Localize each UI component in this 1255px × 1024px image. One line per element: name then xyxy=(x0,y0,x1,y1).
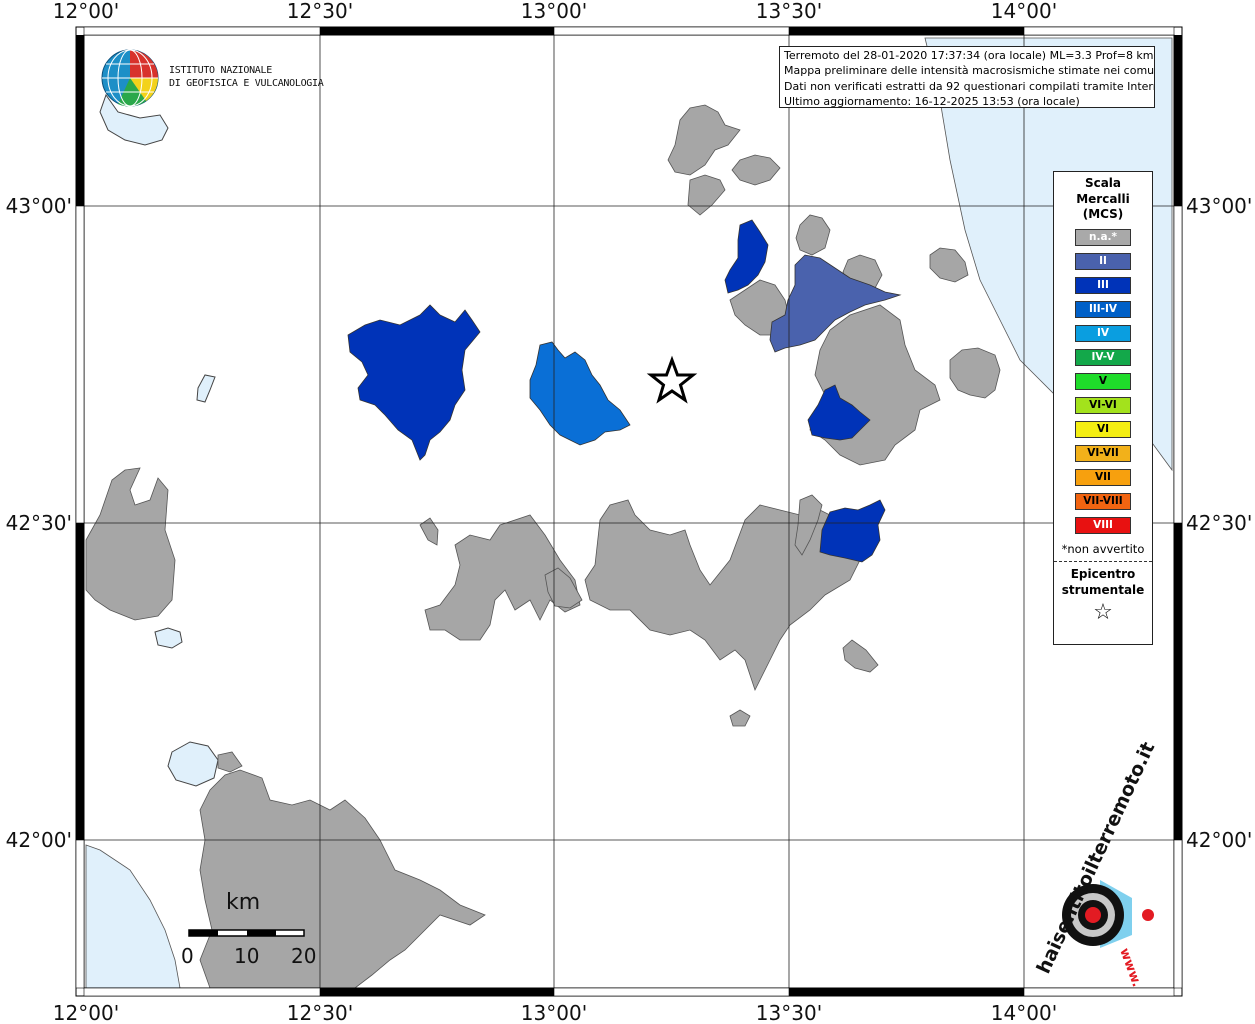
legend-item-vii: VII xyxy=(1075,468,1131,486)
legend-item-vi-vi: VI-VI xyxy=(1075,396,1131,414)
lon-label-top-3: 13°30' xyxy=(756,0,822,23)
legend-title-line: Mercalli xyxy=(1076,191,1130,206)
region-small-1 xyxy=(419,517,439,546)
legend-item-ii: II xyxy=(1075,252,1131,270)
lon-label-top-4: 14°00' xyxy=(991,0,1057,23)
haisentito-logo-icon: haisentitoilterremoto.it www. xyxy=(1033,739,1160,989)
legend-separator xyxy=(1054,560,1152,562)
epicenter-star-icon xyxy=(646,355,698,404)
ingv-logo-icon xyxy=(101,49,159,107)
lat-label-right-1: 42°30' xyxy=(1186,511,1252,535)
lat-label-left-1: 42°30' xyxy=(6,511,72,535)
sea-southwest xyxy=(85,844,181,989)
region-small-4 xyxy=(729,709,751,727)
legend-epicenter-line: strumentale xyxy=(1061,582,1145,597)
scale-tick-20: 20 xyxy=(291,944,317,968)
mcs-legend: Scala Mercalli (MCS) n.a.* II III III-IV IV I… xyxy=(1053,171,1153,645)
lat-label-left-2: 42°00' xyxy=(6,828,72,852)
region-northeast xyxy=(809,304,941,466)
ingv-line-1: ISTITUTO NAZIONALE xyxy=(169,65,272,76)
lon-label-top-0: 12°00' xyxy=(53,0,119,23)
region-north-2 xyxy=(731,154,781,186)
municipality-iii-south xyxy=(819,499,886,563)
legend-item-viii: VIII xyxy=(1075,516,1131,534)
lon-label-top-2: 13°00' xyxy=(521,0,587,23)
scale-unit-label: km xyxy=(226,890,261,915)
legend-epicenter-label: Epicentro strumentale xyxy=(1054,566,1152,598)
region-coast-1 xyxy=(949,347,1001,399)
lon-label-bottom-2: 13°00' xyxy=(521,1001,587,1024)
region-north-1 xyxy=(667,104,741,176)
legend-epicenter-line: Epicentro xyxy=(1070,566,1136,581)
municipality-intensity-IV xyxy=(529,341,631,446)
legend-title-line: Scala xyxy=(1084,176,1122,190)
lon-label-bottom-4: 14°00' xyxy=(991,1001,1057,1024)
region-small-south xyxy=(217,751,243,773)
region-mid-2 xyxy=(795,214,831,256)
municipality-iii-west xyxy=(347,304,481,461)
legend-item-v: V xyxy=(1075,372,1131,390)
region-small-3 xyxy=(842,639,879,673)
info-line-map: Mappa preliminare delle intensità macros… xyxy=(784,64,1155,78)
legend-item-iv-v: IV-V xyxy=(1075,348,1131,366)
ingv-line-2: DI GEOFISICA E VULCANOLOGIA xyxy=(169,78,324,89)
region-central-2 xyxy=(584,499,861,692)
region-umbria-west xyxy=(85,467,176,621)
lake-small-1 xyxy=(196,374,216,403)
legend-items: n.a.* II III III-IV IV IV-V V VI-VI VI VI-VII VII V… xyxy=(1054,228,1152,534)
legend-item-vi-vii: VI-VII xyxy=(1075,444,1131,462)
haisentito-logo-prefix: www. xyxy=(1116,946,1144,989)
legend-item-iv: IV xyxy=(1075,324,1131,342)
lake-bolsena xyxy=(167,741,219,787)
legend-item-vi: VI xyxy=(1075,420,1131,438)
scale-tick-10: 10 xyxy=(234,944,260,968)
lat-label-right-2: 42°00' xyxy=(1186,828,1252,852)
region-mid-4 xyxy=(929,247,969,283)
scale-tick-0: 0 xyxy=(181,944,194,968)
ingv-institute-name: ISTITUTO NAZIONALE DI GEOFISICA E VULCAN… xyxy=(169,64,324,90)
lon-label-bottom-0: 12°00' xyxy=(53,1001,119,1024)
lon-label-top-1: 12°30' xyxy=(287,0,353,23)
legend-title: Scala Mercalli (MCS) xyxy=(1054,176,1152,223)
lon-label-bottom-1: 12°30' xyxy=(287,1001,353,1024)
info-line-data: Dati non verificati estratti da 92 quest… xyxy=(784,79,1155,93)
legend-item-vii-viii: VII-VIII xyxy=(1075,492,1131,510)
lake-small-2 xyxy=(154,627,183,649)
lat-label-right-0: 43°00' xyxy=(1186,194,1252,218)
event-info-box: Terremoto del 28-01-2020 17:37:34 (ora l… xyxy=(779,46,1155,108)
legend-note: *non avvertito xyxy=(1061,541,1145,556)
lon-label-bottom-3: 13°30' xyxy=(756,1001,822,1024)
legend-item-iii: III xyxy=(1075,276,1131,294)
legend-item-iii-iv: III-IV xyxy=(1075,300,1131,318)
info-line-update: Ultimo aggiornamento: 16-12-2025 13:53 (… xyxy=(784,94,1080,108)
scale-bar xyxy=(188,929,305,937)
legend-title-line: (MCS) xyxy=(1082,207,1124,221)
lat-label-left-0: 43°00' xyxy=(6,194,72,218)
legend-epicenter-star-icon: ☆ xyxy=(1093,599,1113,625)
region-north-3 xyxy=(687,174,726,216)
legend-item-n-a: n.a.* xyxy=(1075,228,1131,246)
info-line-event: Terremoto del 28-01-2020 17:37:34 (ora l… xyxy=(784,49,1154,62)
